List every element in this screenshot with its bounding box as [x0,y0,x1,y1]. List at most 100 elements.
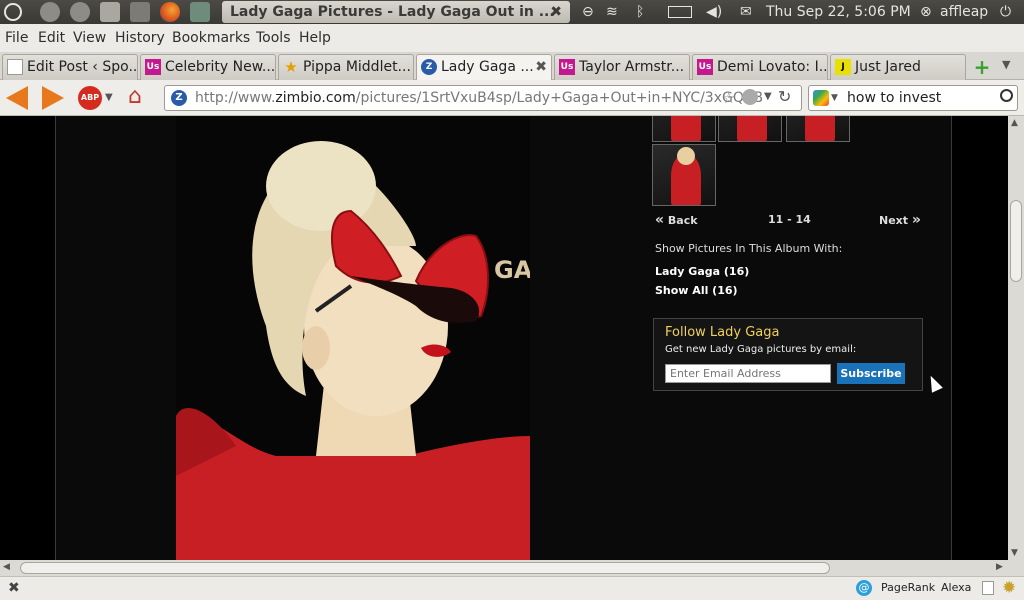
menu-bookmarks[interactable]: Bookmarks [172,30,250,46]
album-link-lady-gaga[interactable]: Lady Gaga (16) [655,265,749,278]
thumbnail[interactable] [652,116,716,142]
page-icon [7,59,23,75]
tab-label: Demi Lovato: I... [717,59,828,75]
menu-tools[interactable]: Tools [256,30,291,46]
close-icon[interactable]: ✖ [8,580,20,596]
tab-label: Lady Gaga ... [441,59,534,75]
us-icon: Us [145,59,161,75]
menu-view[interactable]: View [73,30,106,46]
url-bar[interactable]: Z http://www.zimbio.com/pictures/1SrtVxu… [164,85,802,111]
menu-edit[interactable]: Edit [38,30,65,46]
thumbnail[interactable] [652,144,716,206]
scroll-down-icon[interactable]: ▼ [1011,548,1018,558]
pagination-next[interactable]: Next » [879,212,921,228]
tab-label: Just Jared [855,59,921,75]
clock[interactable]: Thu Sep 22, 5:06 PM [766,0,911,24]
volume-icon[interactable]: ◀) [706,0,722,24]
menu-history[interactable]: History [115,30,165,46]
search-input-value: how to invest [847,90,942,106]
lady-gaga-photo: GAG [176,116,530,560]
tab-taylor[interactable]: Us Taylor Armstr... [554,54,690,80]
page-icon[interactable] [982,581,994,595]
close-icon[interactable]: ✖ [535,55,547,79]
at-sign-icon[interactable]: @ [856,580,872,596]
menu-bar: File Edit View History Bookmarks Tools H… [0,24,1024,52]
wifi-icon[interactable]: ≋ [606,0,618,24]
url-domain: zimbio.com [275,90,356,106]
main-photo[interactable]: GAG [176,116,530,560]
scrollbar-thumb[interactable] [1010,200,1022,282]
album-link-show-all[interactable]: Show All (16) [655,284,738,297]
minus-circle-icon[interactable]: ⊖ [582,0,594,24]
jj-icon: J [835,59,851,75]
window-title-text: Lady Gaga Pictures - Lady Gaga Out in ..… [230,4,555,20]
page-info-icon[interactable] [742,89,758,105]
app-launcher-icon[interactable] [40,2,60,22]
thumbnail[interactable] [718,116,782,142]
tab-edit-post[interactable]: Edit Post ‹ Spo... [2,54,138,80]
back-arrow-icon[interactable] [6,86,28,110]
search-icon[interactable] [1000,89,1013,102]
gear-icon[interactable]: ✹ [1002,578,1016,598]
chevron-down-icon[interactable]: ▼ [764,91,772,102]
tab-label: Taylor Armstr... [579,59,685,75]
tab-label: Pippa Middlet... [303,59,411,75]
navigation-bar: ABP ▼ ⌂ Z http://www.zimbio.com/pictures… [0,80,1024,116]
bookmark-star-icon[interactable]: ☆ [722,89,735,107]
chevron-down-icon: ▼ [831,93,838,103]
top-panel: Lady Gaga Pictures - Lady Gaga Out in ..… [0,0,1024,24]
battery-icon[interactable] [668,6,692,18]
power-icon[interactable]: ⏻ [1000,0,1011,24]
chevron-down-icon[interactable]: ▼ [105,92,113,103]
follow-subtitle: Get new Lady Gaga pictures by email: [665,344,857,355]
menu-help[interactable]: Help [299,30,331,46]
subscribe-button[interactable]: Subscribe [837,363,905,384]
new-tab-button[interactable]: + [970,56,994,78]
firefox-icon[interactable] [160,2,180,22]
tab-bar: Edit Post ‹ Spo... Us Celebrity New... ★… [0,52,1024,81]
follow-title: Follow Lady Gaga [665,325,780,340]
horizontal-scrollbar[interactable]: ◀ ▶ [0,560,1024,576]
reload-icon[interactable]: ↻ [778,87,791,107]
pagination-back[interactable]: « Back [655,212,698,228]
tab-pippa[interactable]: ★ Pippa Middlet... [278,54,414,80]
window-title[interactable]: Lady Gaga Pictures - Lady Gaga Out in ..… [222,1,570,23]
home-icon[interactable]: ⌂ [128,84,142,110]
forward-arrow-icon[interactable] [42,86,64,110]
page-content: GAG [0,116,1008,560]
user-name[interactable]: affleap [940,0,988,24]
photo-sign-text: GAG [494,256,530,284]
tab-just-jared[interactable]: J Just Jared [830,54,966,80]
vertical-scrollbar[interactable]: ▲ ▼ [1008,116,1024,560]
puzzle-icon[interactable] [190,2,210,22]
page-container: GAG [55,116,952,560]
scrollbar-thumb[interactable] [20,562,830,574]
double-chevron-right-icon: » [911,212,921,228]
mail-icon[interactable]: ✉ [740,0,752,24]
scroll-up-icon[interactable]: ▲ [1011,118,1018,128]
tab-list-icon[interactable]: ▼ [1002,58,1010,71]
tab-lady-gaga[interactable]: Z Lady Gaga ... ✖ [416,54,552,81]
pagerank-label[interactable]: PageRank [881,581,935,594]
alexa-label[interactable]: Alexa [941,581,971,594]
ubuntu-logo-icon[interactable] [4,3,22,21]
puzzle-icon[interactable] [130,2,150,22]
tab-label: Edit Post ‹ Spo... [27,59,138,75]
thumbnail[interactable] [786,116,850,142]
scroll-left-icon[interactable]: ◀ [3,562,10,572]
adblock-icon[interactable]: ABP [78,86,102,110]
search-bar[interactable]: ▼ how to invest [808,85,1018,111]
email-field[interactable] [665,364,831,383]
app-launcher-icon[interactable] [70,2,90,22]
text-editor-icon[interactable] [100,2,120,22]
bluetooth-icon[interactable]: ᛒ [636,0,644,24]
us-icon: Us [559,59,575,75]
scroll-right-icon[interactable]: ▶ [996,562,1003,572]
tab-celebrity-news[interactable]: Us Celebrity New... [140,54,276,80]
pagination-range: 11 - 14 [768,213,811,226]
url-path: /pictures/1SrtVxuB4sp/Lady+Gaga+Out+in+N… [355,90,764,106]
close-icon[interactable]: ✖ [550,1,562,23]
user-status-icon[interactable]: ⊗ [920,0,932,24]
tab-demi[interactable]: Us Demi Lovato: I... [692,54,828,80]
menu-file[interactable]: File [5,30,28,46]
